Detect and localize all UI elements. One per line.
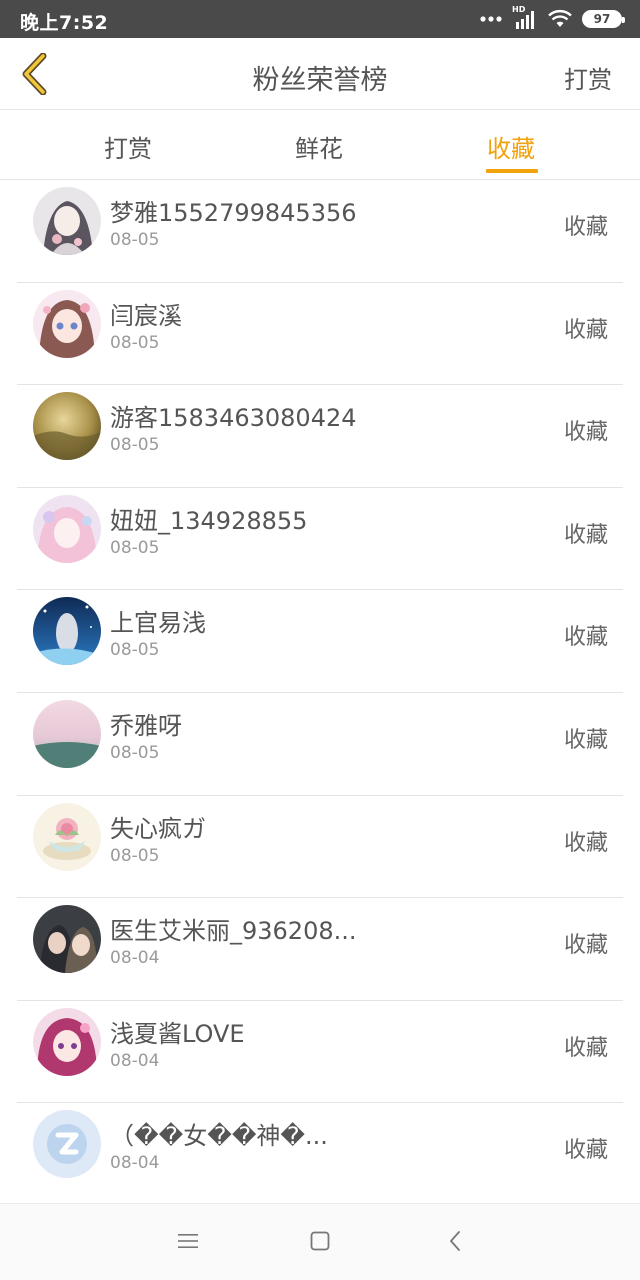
menu-icon: [178, 1234, 198, 1248]
list-item[interactable]: 上官易浅 08-05 收藏: [0, 590, 640, 693]
fan-name: 妞妞_134928855: [110, 506, 308, 535]
list-item[interactable]: 妞妞_134928855 08-05 收藏: [0, 488, 640, 591]
fan-date: 08-05: [110, 640, 160, 661]
favorite-label: 收藏: [563, 933, 608, 959]
reward-button[interactable]: 打赏: [564, 60, 612, 95]
avatar: [33, 187, 101, 255]
status-time: 晚上7:52: [20, 12, 109, 34]
avatar: [33, 392, 101, 461]
status-icons: HD 97: [480, 5, 625, 31]
battery-icon: 97: [582, 10, 625, 28]
status-bar: 晚上7:52 HD 97: [0, 0, 640, 38]
list-item[interactable]: 医生艾米丽_936208... 08-04 收藏: [0, 898, 640, 1001]
avatar: [33, 494, 101, 563]
home-button[interactable]: [305, 1226, 335, 1256]
list-item[interactable]: 失心疯ガ 08-05 收藏: [0, 796, 640, 899]
fan-name: 游客1583463080424: [110, 404, 357, 433]
favorite-label: 收藏: [563, 215, 608, 240]
list-item[interactable]: 乔雅呀 08-05 收藏: [0, 693, 640, 796]
fan-date: 08-05: [110, 230, 160, 250]
home-square-icon: [310, 1231, 330, 1251]
system-nav-bar: [0, 1203, 640, 1280]
list-item[interactable]: 游客1583463080424 08-05 收藏: [0, 385, 640, 488]
avatar: [33, 1007, 101, 1076]
fan-list: 梦雅1552799845356 08-05 收藏 闫宸溪 08-05 收藏 游客…: [0, 180, 640, 1206]
fan-name: （��女��神�...: [110, 1122, 328, 1151]
tab-bar: 打赏 鲜花 收藏: [0, 111, 640, 180]
signal-icon: HD: [512, 5, 538, 30]
avatar: [33, 699, 101, 768]
fan-date: 08-05: [110, 845, 160, 866]
avatar: [33, 802, 101, 871]
menu-button[interactable]: [173, 1226, 203, 1256]
list-item[interactable]: 浅夏酱LOVE 08-04 收藏: [0, 1001, 640, 1104]
fan-date: 08-05: [110, 537, 160, 558]
fan-date: 08-05: [110, 435, 160, 456]
fan-date: 08-04: [110, 948, 160, 969]
avatar: [33, 597, 101, 666]
fan-date: 08-04: [110, 1050, 160, 1071]
active-tab-indicator: [486, 169, 538, 173]
fan-name: 失心疯ガ: [110, 814, 206, 843]
favorite-label: 收藏: [563, 1138, 608, 1164]
avatar: [33, 905, 101, 974]
header: 粉丝荣誉榜 打赏: [0, 38, 640, 110]
fan-date: 08-05: [110, 332, 160, 353]
fan-name: 梦雅1552799845356: [110, 199, 357, 227]
system-back-button[interactable]: [440, 1226, 470, 1256]
favorite-label: 收藏: [563, 522, 608, 548]
favorite-label: 收藏: [563, 317, 608, 343]
back-triangle-icon: [450, 1231, 460, 1251]
favorite-label: 收藏: [563, 420, 608, 446]
fan-name: 医生艾米丽_936208...: [110, 917, 357, 946]
favorite-label: 收藏: [563, 625, 608, 651]
tab-flowers[interactable]: 鲜花: [295, 129, 343, 164]
fan-name: 乔雅呀: [110, 711, 182, 740]
tab-favorites[interactable]: 收藏: [487, 129, 535, 164]
fan-name: 上官易浅: [110, 609, 206, 638]
favorite-label: 收藏: [563, 830, 608, 856]
list-item[interactable]: 梦雅1552799845356 08-05 收藏: [0, 180, 640, 283]
fan-name: 闫宸溪: [110, 301, 182, 330]
fan-date: 08-05: [110, 742, 160, 763]
avatar: [33, 1110, 101, 1179]
favorite-label: 收藏: [563, 1035, 608, 1061]
wifi-icon: [548, 9, 572, 27]
list-item[interactable]: （��女��神�... 08-04 收藏: [0, 1103, 640, 1206]
more-dots-icon: [480, 16, 502, 22]
tab-reward[interactable]: 打赏: [104, 129, 152, 164]
favorite-label: 收藏: [563, 727, 608, 753]
fan-date: 08-04: [110, 1153, 160, 1174]
fan-name: 浅夏酱LOVE: [110, 1019, 245, 1048]
page-title: 粉丝荣誉榜: [252, 65, 388, 96]
avatar: [33, 289, 101, 358]
list-item[interactable]: 闫宸溪 08-05 收藏: [0, 283, 640, 386]
